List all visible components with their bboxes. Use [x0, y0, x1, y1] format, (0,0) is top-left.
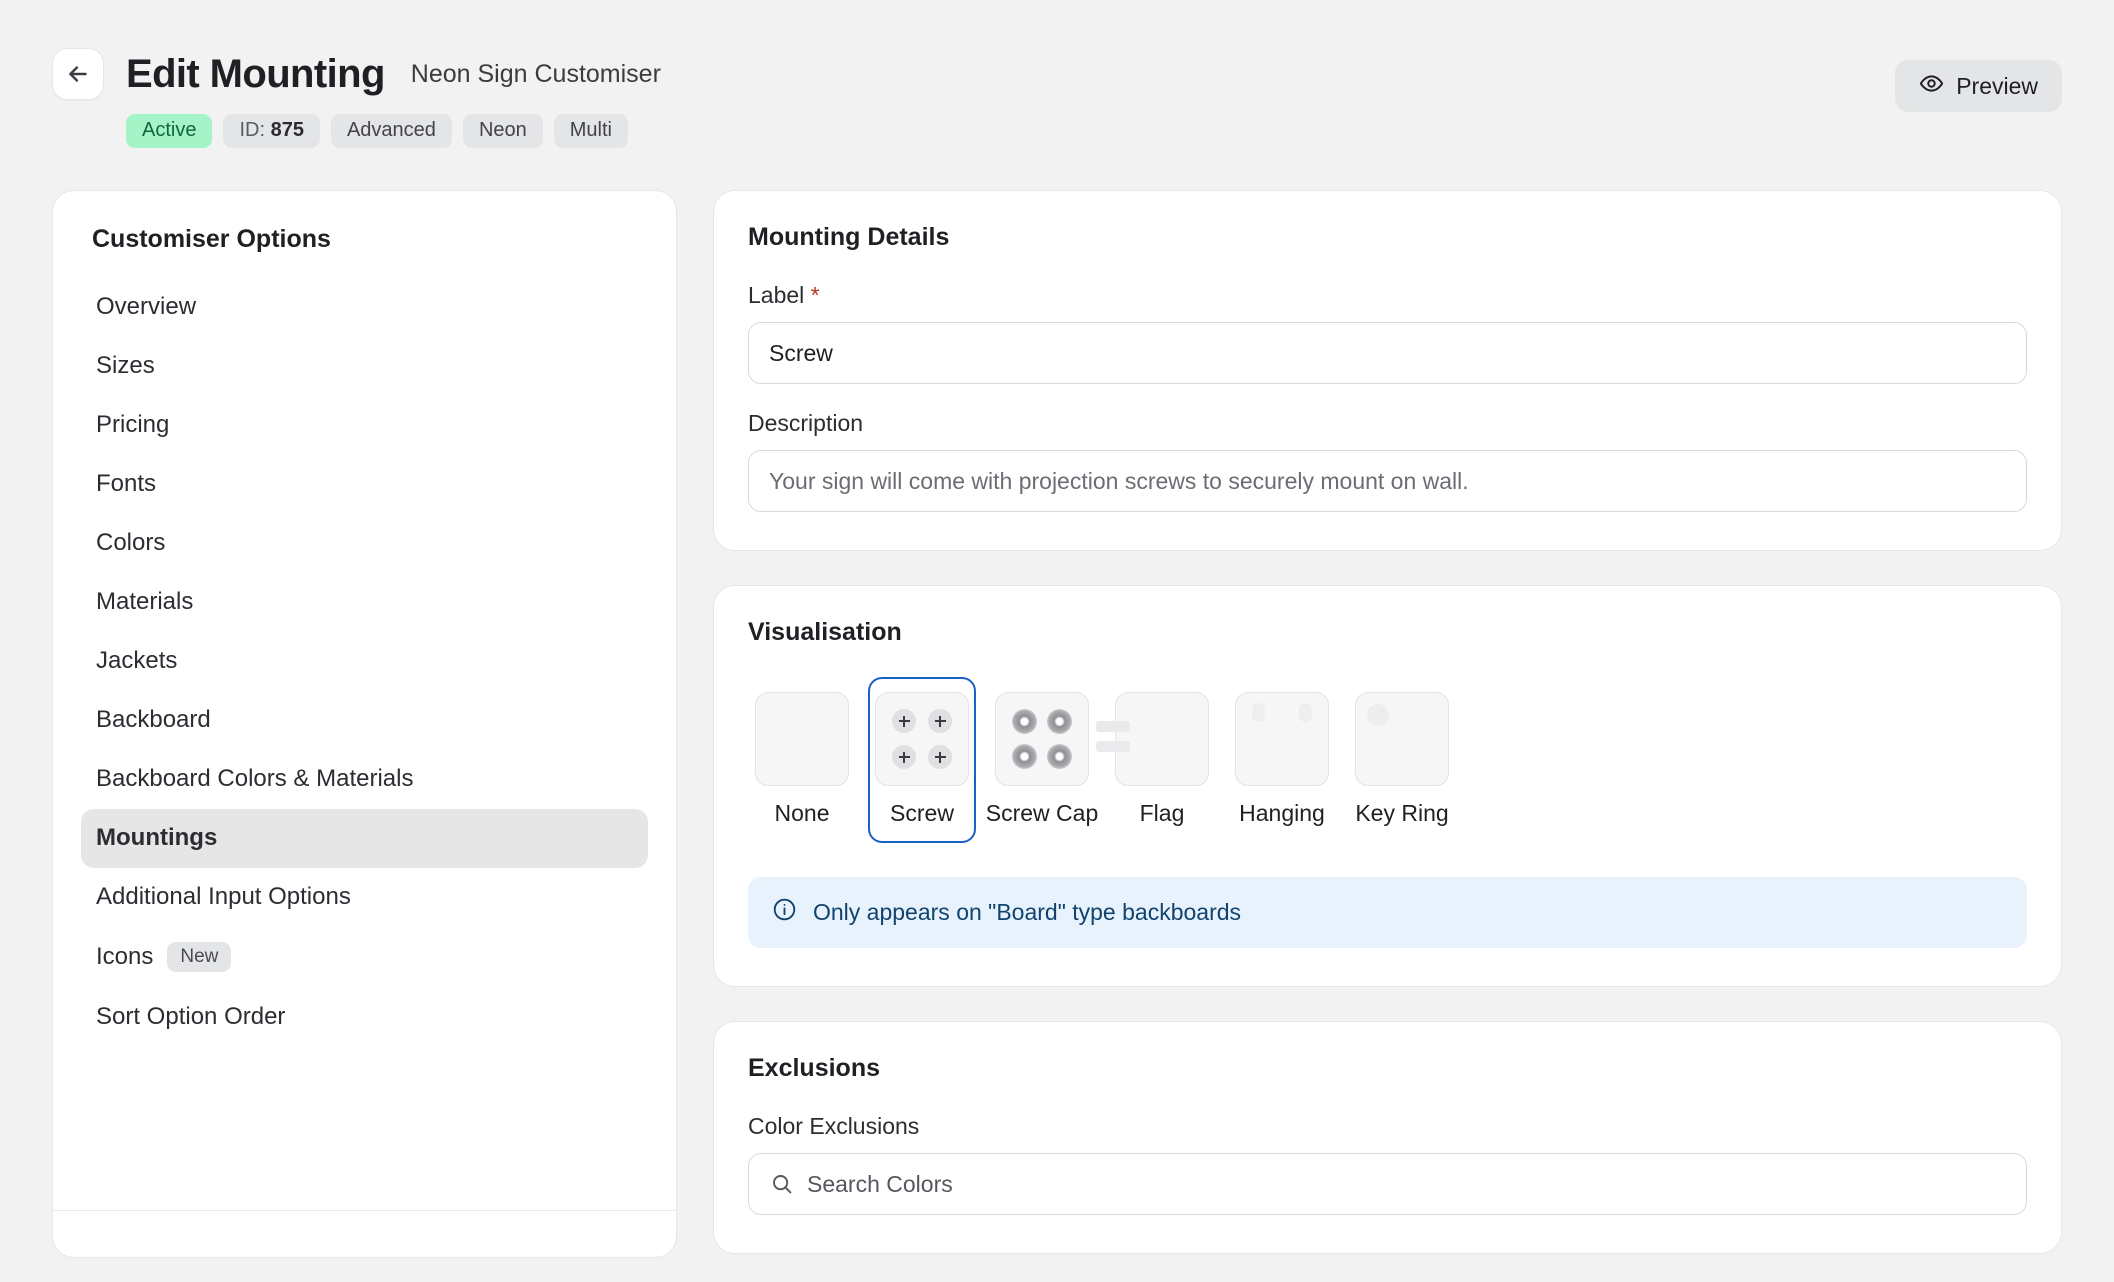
sidebar-item-fonts[interactable]: Fonts [81, 455, 648, 514]
sidebar-item-materials[interactable]: Materials [81, 573, 648, 632]
badge-row: Active ID: 875 Advanced Neon Multi [126, 114, 2062, 148]
viz-option-screw-cap[interactable]: Screw Cap [985, 677, 1099, 843]
page-header: Edit Mounting Neon Sign Customiser Activ… [0, 0, 2114, 190]
viz-option-label: Flag [1139, 800, 1185, 826]
visualisation-options: None Screw Screw Cap Flag Hanging Key Ri… [748, 677, 2027, 843]
sidebar-item-sort-option-order[interactable]: Sort Option Order [81, 988, 648, 1047]
hanging-icon [1235, 692, 1329, 786]
viz-option-hanging[interactable]: Hanging [1228, 677, 1336, 843]
sidebar-item-colors[interactable]: Colors [81, 514, 648, 573]
visualisation-card: Visualisation None Screw Screw Cap Flag … [713, 585, 2062, 987]
exclusions-card: Exclusions Color Exclusions [713, 1021, 2062, 1254]
sidebar-item-label: Mountings [96, 824, 218, 851]
color-exclusions-label: Color Exclusions [748, 1113, 920, 1139]
sidebar-item-label: Overview [96, 293, 197, 320]
eye-icon [1919, 71, 1944, 102]
sidebar-item-label: Sizes [96, 352, 155, 379]
sidebar-item-label: Additional Input Options [96, 883, 351, 910]
sidebar-item-jackets[interactable]: Jackets [81, 632, 648, 691]
sidebar-item-label: Pricing [96, 411, 170, 438]
customiser-options-sidebar: Customiser Options Overview Sizes Pricin… [52, 190, 677, 1258]
sidebar-item-label: Jackets [96, 647, 178, 674]
mounting-details-title: Mounting Details [748, 223, 950, 251]
sidebar-item-label: Backboard [96, 706, 211, 733]
visualisation-title: Visualisation [748, 618, 902, 646]
id-badge: ID: 875 [223, 114, 320, 148]
info-banner-text: Only appears on "Board" type backboards [813, 899, 1242, 925]
screw-icon [875, 692, 969, 786]
sidebar-item-backboard-colors-materials[interactable]: Backboard Colors & Materials [81, 750, 648, 809]
key-ring-icon [1355, 692, 1449, 786]
arrow-left-icon [65, 61, 91, 87]
sidebar-item-additional-input-options[interactable]: Additional Input Options [81, 868, 648, 927]
viz-option-flag[interactable]: Flag [1096, 677, 1216, 843]
label-field-group: Label * [748, 282, 2027, 384]
exclusions-title: Exclusions [748, 1054, 880, 1082]
page-subtitle: Neon Sign Customiser [410, 59, 661, 88]
viz-option-label: Screw [890, 800, 954, 826]
sidebar-item-mountings[interactable]: Mountings [81, 809, 648, 868]
sidebar-item-label: Colors [96, 529, 166, 556]
label-input[interactable] [748, 322, 2027, 384]
viz-option-key-ring[interactable]: Key Ring [1348, 677, 1456, 843]
main-column: Mounting Details Label * Description Vis… [713, 190, 2062, 1254]
sidebar-title: Customiser Options [92, 225, 331, 253]
viz-option-label: Key Ring [1355, 800, 1449, 826]
status-badge: Active [126, 114, 213, 148]
sidebar-item-label: Sort Option Order [96, 1003, 286, 1030]
description-input[interactable] [748, 450, 2027, 512]
screw-cap-icon [995, 692, 1089, 786]
search-colors-input[interactable] [748, 1153, 2027, 1215]
badge-multi: Multi [553, 114, 628, 148]
description-field-label: Description [748, 410, 864, 436]
mounting-details-card: Mounting Details Label * Description [713, 190, 2062, 551]
badge-advanced: Advanced [330, 114, 452, 148]
viz-option-label: Screw Cap [985, 800, 1099, 826]
sidebar-item-pricing[interactable]: Pricing [81, 396, 648, 455]
required-marker: * [810, 282, 820, 308]
viz-option-label: Hanging [1239, 800, 1325, 826]
sidebar-item-sizes[interactable]: Sizes [81, 337, 648, 396]
sidebar-item-label: Icons [96, 943, 154, 970]
preview-button[interactable]: Preview [1895, 60, 2062, 112]
preview-button-label: Preview [1956, 72, 2038, 99]
badge-neon: Neon [462, 114, 543, 148]
page-layout: Customiser Options Overview Sizes Pricin… [0, 190, 2114, 1258]
sidebar-item-label: Backboard Colors & Materials [96, 765, 414, 792]
sidebar-divider [53, 1210, 676, 1211]
sidebar-item-icons[interactable]: Icons New [81, 927, 648, 988]
blank-swatch-icon [755, 692, 849, 786]
viz-option-label: None [774, 800, 830, 826]
viz-option-none[interactable]: None [748, 677, 856, 843]
visualisation-info-banner: Only appears on "Board" type backboards [748, 877, 2027, 948]
new-badge: New [167, 942, 232, 972]
description-field-group: Description [748, 410, 2027, 512]
flag-mount-icon [1096, 692, 1209, 786]
color-exclusions-group: Color Exclusions [748, 1113, 2027, 1215]
sidebar-nav-list: Overview Sizes Pricing Fonts Colors Mate… [53, 278, 676, 1047]
back-button[interactable] [52, 48, 104, 100]
sidebar-item-overview[interactable]: Overview [81, 278, 648, 337]
sidebar-item-backboard[interactable]: Backboard [81, 691, 648, 750]
color-search-wrap [748, 1153, 2027, 1215]
sidebar-item-label: Materials [96, 588, 194, 615]
info-circle-icon [772, 897, 797, 928]
header-title-row: Edit Mounting Neon Sign Customiser [52, 48, 2062, 100]
viz-option-screw[interactable]: Screw [868, 677, 976, 843]
sidebar-item-label: Fonts [96, 470, 157, 497]
label-field-label: Label * [748, 282, 820, 308]
page-title: Edit Mounting [126, 51, 385, 96]
